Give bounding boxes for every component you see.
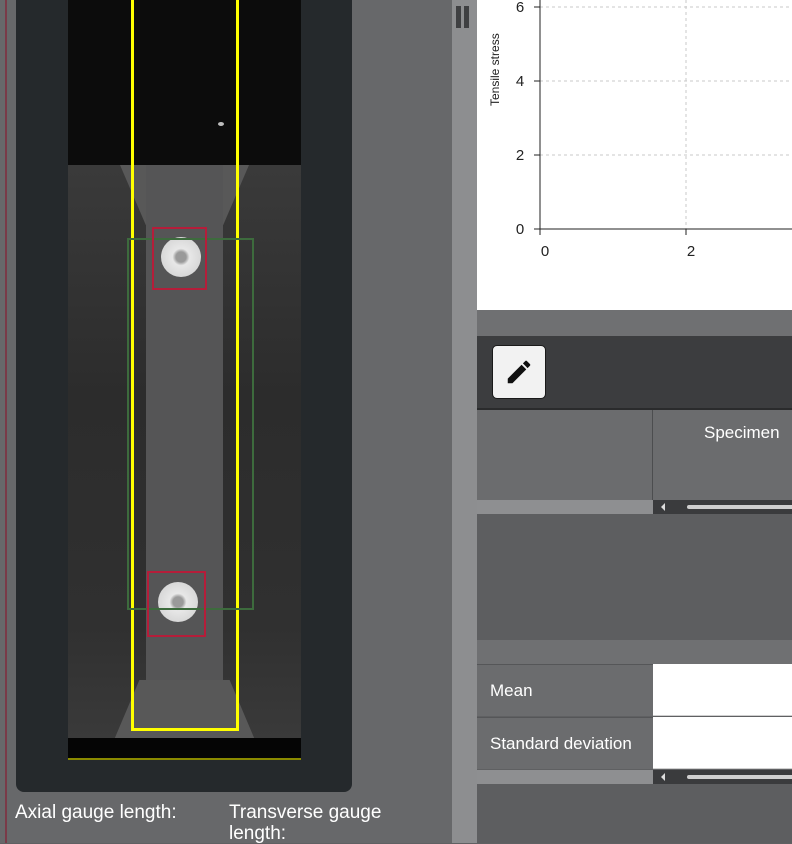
y-tick-label: 0 <box>516 221 524 238</box>
panel-edge <box>5 0 7 843</box>
x-tick-label: 2 <box>687 243 695 260</box>
panel-splitter[interactable] <box>452 0 477 843</box>
stats-horizontal-scrollbar[interactable] <box>653 770 792 784</box>
table-body-empty <box>477 514 792 640</box>
y-tick-label: 2 <box>516 147 524 164</box>
std-dev-row-label: Standard deviation <box>477 717 653 769</box>
scrollbar-thumb[interactable] <box>687 505 792 509</box>
chart-axes <box>539 0 792 230</box>
scrollbar-thumb[interactable] <box>687 775 792 779</box>
gauge-strip <box>68 758 301 760</box>
edit-button[interactable] <box>492 345 546 399</box>
std-dev-row-value <box>653 717 792 769</box>
background-bottom <box>68 738 301 760</box>
stress-chart: 0 2 4 6 0 2 Tensile stress <box>488 0 792 260</box>
specimen-column-header: Specimen <box>704 423 780 442</box>
transverse-gauge-box[interactable] <box>127 238 254 610</box>
table-horizontal-scrollbar[interactable] <box>653 500 792 514</box>
stress-chart-panel: 0 2 4 6 0 2 Tensile stress <box>477 0 792 310</box>
transverse-gauge-length-label: Transverse gauge length: <box>229 802 382 844</box>
y-tick-label: 6 <box>516 0 524 16</box>
chart-ticks: 0 2 4 6 0 2 <box>516 0 695 260</box>
axial-gauge-length-label: Axial gauge length: <box>15 802 177 823</box>
mean-row-value <box>653 664 792 716</box>
y-axis-title: Tensile stress <box>488 33 502 106</box>
marker-box-bottom[interactable] <box>147 571 206 637</box>
scroll-left-icon[interactable] <box>661 773 665 781</box>
pencil-icon <box>507 360 531 384</box>
table-scroll-spacer <box>477 500 653 514</box>
y-tick-label: 4 <box>516 73 524 90</box>
table-header-corner <box>477 410 653 500</box>
x-tick-label: 0 <box>541 243 549 260</box>
chart-grid <box>540 0 792 229</box>
stats-body-empty <box>477 784 792 843</box>
marker-box-top[interactable] <box>152 227 207 290</box>
scroll-left-icon[interactable] <box>661 503 665 511</box>
splitter-grip-icon[interactable] <box>456 6 472 30</box>
statistics-divider <box>477 640 792 664</box>
stats-scroll-spacer <box>477 770 653 784</box>
section-divider <box>477 310 792 336</box>
mean-row-label: Mean <box>477 664 653 716</box>
